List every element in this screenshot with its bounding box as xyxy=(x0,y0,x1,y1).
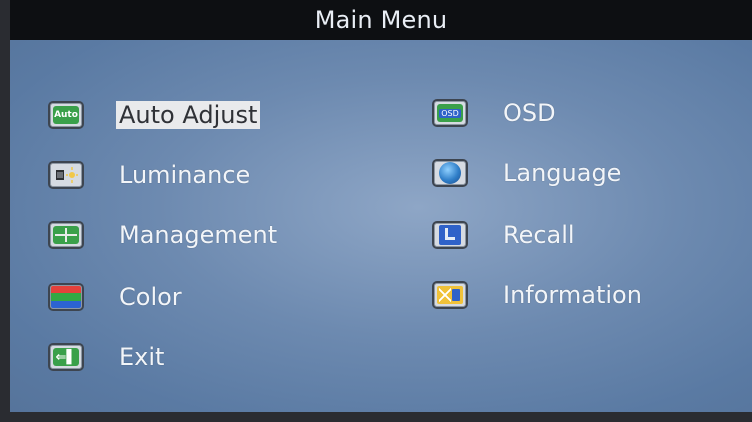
menu-item-label: Auto Adjust xyxy=(116,101,261,129)
menu-item-auto-adjust[interactable]: Auto Auto Adjust xyxy=(48,95,261,135)
menu-item-color[interactable]: Color xyxy=(48,277,185,317)
screen-bezel xyxy=(0,412,752,422)
osd-icon: OSD xyxy=(432,99,468,127)
color-bars-icon xyxy=(48,283,84,311)
menu-item-management[interactable]: Management xyxy=(48,215,280,255)
menu-item-language[interactable]: Language xyxy=(432,153,624,193)
title-bar: Main Menu xyxy=(10,0,752,40)
menu-item-osd[interactable]: OSD OSD xyxy=(432,93,559,133)
menu-item-label: Management xyxy=(119,221,278,249)
menu-item-luminance[interactable]: Luminance xyxy=(48,155,253,195)
information-icon xyxy=(432,281,468,309)
menu-item-information[interactable]: Information xyxy=(432,275,645,315)
management-icon xyxy=(48,221,84,249)
luminance-icon xyxy=(48,161,84,189)
globe-icon xyxy=(432,159,468,187)
menu-item-label: Recall xyxy=(503,221,575,249)
menu-item-label: Language xyxy=(503,159,622,187)
monitor-screen: Main Menu Auto Auto Adjust Luminance Man… xyxy=(0,0,752,422)
menu-item-label: Luminance xyxy=(119,161,251,189)
menu-item-exit[interactable]: ⇐▌ Exit xyxy=(48,337,167,377)
menu-item-label: OSD xyxy=(503,99,556,127)
recall-icon xyxy=(432,221,468,249)
exit-door-icon: ⇐▌ xyxy=(48,343,84,371)
menu-item-label: Exit xyxy=(119,343,165,371)
osd-main-panel: Auto Auto Adjust Luminance Management Co… xyxy=(10,40,752,412)
auto-adjust-icon: Auto xyxy=(48,101,84,129)
menu-item-recall[interactable]: Recall xyxy=(432,215,578,255)
menu-item-label: Information xyxy=(503,281,642,309)
menu-item-label: Color xyxy=(119,283,182,311)
menu-title: Main Menu xyxy=(314,6,448,34)
